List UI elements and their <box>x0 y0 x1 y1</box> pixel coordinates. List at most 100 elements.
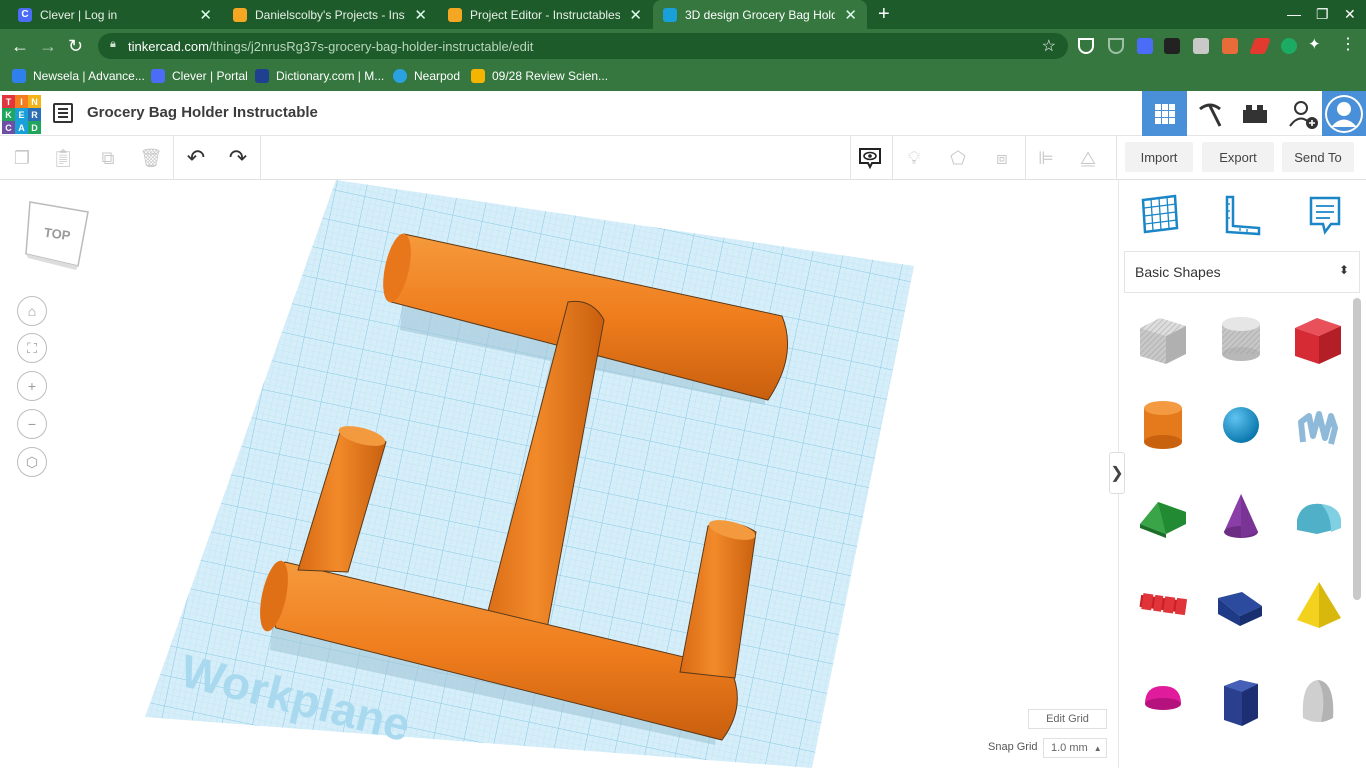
polygon-shape[interactable] <box>1214 676 1268 730</box>
zoom-in-icon[interactable]: + <box>17 371 47 401</box>
cylinder-shape[interactable] <box>1136 398 1190 452</box>
duplicate-icon[interactable]: ⧉ <box>95 145 121 171</box>
dictionary-icon <box>255 69 269 83</box>
tinkercad-logo[interactable]: TIN KER CAD <box>2 95 41 134</box>
workplane-scene[interactable]: Workplane <box>0 180 1118 768</box>
tab-label: Danielscolby's Projects - Instruct <box>255 7 405 22</box>
extensions-puzzle-icon[interactable]: ✦ <box>1308 35 1324 53</box>
workplane-tool-button[interactable] <box>1139 194 1181 236</box>
undo-icon[interactable]: ↶ <box>183 145 209 171</box>
cylinder-hole-shape[interactable] <box>1214 312 1268 366</box>
close-tab-icon[interactable]: ✕ <box>844 6 857 24</box>
round-roof-shape[interactable] <box>1291 490 1345 544</box>
reload-icon[interactable]: ↻ <box>68 36 83 57</box>
ungroup-icon[interactable]: ⧈ <box>989 145 1015 171</box>
restore-icon[interactable]: ❐ <box>1316 6 1329 23</box>
bookmark-label: 09/28 Review Scien... <box>492 69 609 83</box>
roof-shape[interactable] <box>1136 490 1190 544</box>
close-window-icon[interactable]: ✕ <box>1344 6 1356 23</box>
shield-extension-icon[interactable] <box>1078 38 1094 54</box>
shape-category-select[interactable]: Basic Shapes ⬍ <box>1124 251 1360 293</box>
scribble-shape[interactable] <box>1291 398 1345 452</box>
caret-up-icon: ▲ <box>1093 743 1102 753</box>
bookmark-item[interactable]: Dictionary.com | M... <box>255 69 384 83</box>
copy-icon[interactable]: ❐ <box>9 145 35 171</box>
half-sphere-shape[interactable] <box>1136 676 1190 730</box>
box-hole-shape[interactable] <box>1136 312 1190 366</box>
back-icon[interactable]: ← <box>11 36 29 57</box>
export-button[interactable]: Export <box>1202 142 1274 172</box>
show-all-button[interactable] <box>857 145 883 171</box>
snap-grid-select[interactable]: 1.0 mm ▲ <box>1043 738 1107 758</box>
panel-scrollbar[interactable] <box>1353 298 1361 600</box>
ruler-tool-button[interactable] <box>1221 194 1263 236</box>
design-list-icon[interactable] <box>53 103 73 123</box>
bookmark-item[interactable]: Clever | Portal <box>151 69 248 83</box>
sphere-shape[interactable] <box>1214 398 1268 452</box>
forward-icon[interactable]: → <box>39 36 57 57</box>
wedge-shape[interactable] <box>1214 578 1268 632</box>
grammarly-extension-icon[interactable] <box>1281 38 1297 54</box>
paraboloid-shape[interactable] <box>1291 676 1345 730</box>
bookmark-label: Nearpod <box>414 69 461 83</box>
group-icon[interactable]: ⬠ <box>945 145 971 171</box>
lightbulb-icon[interactable]: 💡︎ <box>901 145 927 171</box>
bookmark-label: Dictionary.com | M... <box>276 69 385 83</box>
delete-icon[interactable]: 🗑︎ <box>138 145 164 171</box>
browser-tab-active[interactable]: 3D design Grocery Bag Holder In ✕ <box>653 0 867 29</box>
collapse-panel-button[interactable]: ❯ <box>1109 452 1125 494</box>
paste-icon[interactable]: 📋︎ <box>50 145 76 171</box>
align-icon[interactable]: ⊫ <box>1033 145 1059 171</box>
url-field[interactable]: 🔒︎ tinkercad.com/things/j2nrusRg37s-groc… <box>98 33 1068 59</box>
record-extension-icon[interactable] <box>1222 38 1238 54</box>
text-shape[interactable] <box>1136 578 1190 632</box>
snap-grid-label: Snap Grid <box>988 741 1038 753</box>
bookmark-item[interactable]: Newsela | Advance... <box>12 69 145 83</box>
app-header: TIN KER CAD Grocery Bag Holder Instructa… <box>0 91 1366 136</box>
pyramid-shape[interactable] <box>1291 578 1345 632</box>
bookmark-star-icon[interactable]: ☆ <box>1042 36 1056 56</box>
3d-view-button[interactable] <box>1142 91 1187 136</box>
invite-user-button[interactable] <box>1280 91 1325 136</box>
view-cube[interactable]: TOP <box>24 200 92 275</box>
bricks-view-button[interactable] <box>1232 91 1277 136</box>
send-to-button[interactable]: Send To <box>1282 142 1354 172</box>
bookmark-item[interactable]: Nearpod <box>393 69 460 83</box>
fit-view-icon[interactable]: ⛶ <box>17 333 47 363</box>
clever-icon <box>151 69 165 83</box>
design-title[interactable]: Grocery Bag Holder Instructable <box>87 104 318 121</box>
clever-extension-icon[interactable] <box>1137 38 1153 54</box>
note-icon <box>1309 196 1341 235</box>
blocks-view-button[interactable] <box>1187 91 1232 136</box>
mirror-icon[interactable]: ⧋ <box>1075 145 1101 171</box>
url-path: /things/j2nrusRg37s-grocery-bag-holder-i… <box>208 38 534 54</box>
cone-shape[interactable] <box>1214 490 1268 544</box>
home-view-icon[interactable]: ⌂ <box>17 296 47 326</box>
pen-extension-icon[interactable] <box>1249 38 1271 54</box>
redo-icon[interactable]: ↷ <box>225 145 251 171</box>
screenshot-extension-icon[interactable] <box>1193 38 1209 54</box>
minimize-icon[interactable]: — <box>1287 6 1301 22</box>
browser-tab[interactable]: C Clever | Log in ✕ <box>8 0 222 29</box>
close-tab-icon[interactable]: ✕ <box>629 6 642 24</box>
shield-outline-extension-icon[interactable] <box>1108 38 1124 54</box>
snap-grid-value: 1.0 mm <box>1051 742 1088 754</box>
perspective-icon[interactable]: ⬡ <box>17 447 47 477</box>
view-cube-icon: TOP <box>25 201 89 270</box>
box-shape[interactable] <box>1291 312 1345 366</box>
close-tab-icon[interactable]: ✕ <box>414 6 427 24</box>
user-avatar[interactable] <box>1322 91 1366 136</box>
import-button[interactable]: Import <box>1125 142 1193 172</box>
more-menu-icon[interactable]: ⋮ <box>1340 34 1356 53</box>
zoom-out-icon[interactable]: − <box>17 409 47 439</box>
browser-tab[interactable]: Project Editor - Instructables ✕ <box>438 0 652 29</box>
chevron-right-icon: ❯ <box>1110 465 1124 482</box>
qr-extension-icon[interactable] <box>1164 38 1180 54</box>
notes-tool-button[interactable] <box>1305 194 1347 236</box>
edit-grid-button[interactable]: Edit Grid <box>1028 709 1107 729</box>
bookmark-item[interactable]: 09/28 Review Scien... <box>471 69 608 83</box>
3d-viewport[interactable]: Workplane TOP ⌂ ⛶ + − ⬡ <box>0 180 1118 768</box>
browser-tab[interactable]: Danielscolby's Projects - Instruct ✕ <box>223 0 437 29</box>
new-tab-icon[interactable]: + <box>878 3 890 26</box>
close-tab-icon[interactable]: ✕ <box>199 6 212 24</box>
